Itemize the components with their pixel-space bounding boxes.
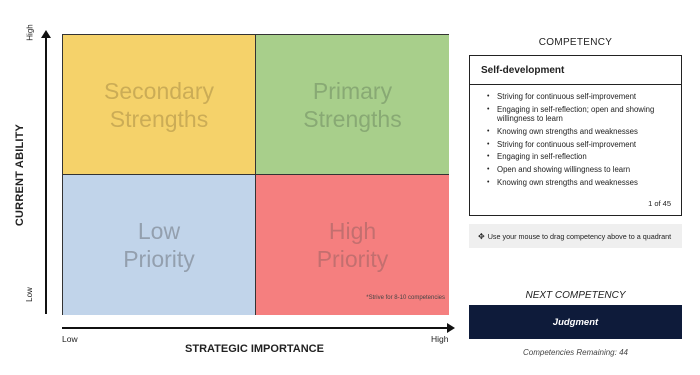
y-axis-low-label: Low xyxy=(24,287,34,302)
next-competency-heading: NEXT COMPETENCY xyxy=(525,290,626,301)
x-axis-title: STRATEGIC IMPORTANCE xyxy=(185,343,324,355)
next-competency-button[interactable]: Judgment xyxy=(469,305,682,339)
quadrant-label: High Priority xyxy=(316,218,389,272)
priority-matrix: Secondary Strengths Primary Strengths Lo… xyxy=(62,34,449,315)
list-item: Striving for continuous self-improvement xyxy=(487,92,673,102)
drag-hint: ✥ Use your mouse to drag competency abov… xyxy=(469,224,682,248)
competencies-remaining: Competencies Remaining: 44 xyxy=(523,348,628,357)
quadrant-primary-strengths[interactable]: Primary Strengths xyxy=(256,35,449,175)
move-icon: ✥ xyxy=(478,231,485,241)
quadrant-low-priority[interactable]: Low Priority xyxy=(63,175,256,315)
y-axis-line xyxy=(45,36,47,314)
list-item: Knowing own strengths and weaknesses xyxy=(487,127,673,137)
drag-hint-text: Use your mouse to drag competency above … xyxy=(487,231,672,241)
y-axis-high-label: High xyxy=(25,24,35,41)
quadrant-secondary-strengths[interactable]: Secondary Strengths xyxy=(63,35,256,175)
competency-card[interactable]: Self-development Striving for continuous… xyxy=(469,55,682,216)
quadrant-high-priority[interactable]: High Priority *Strive for 8-10 competenc… xyxy=(256,175,449,315)
quadrant-label: Low Priority xyxy=(123,218,195,272)
competency-counter: 1 of 45 xyxy=(648,199,671,208)
competency-title: Self-development xyxy=(470,56,681,85)
list-item: Open and showing willingness to learn xyxy=(487,165,673,175)
quadrant-label: Secondary Strengths xyxy=(104,77,214,132)
x-axis-arrow-icon xyxy=(447,323,455,333)
y-axis-arrow-icon xyxy=(41,30,51,38)
list-item: Engaging in self-reflection; open and sh… xyxy=(487,105,673,124)
competency-heading: COMPETENCY xyxy=(538,37,613,48)
competency-behaviors-list: Striving for continuous self-improvement… xyxy=(470,85,681,187)
list-item: Knowing own strengths and weaknesses xyxy=(487,178,673,188)
quadrant-label: Primary Strengths xyxy=(303,77,402,132)
x-axis-line xyxy=(62,327,447,329)
list-item: Striving for continuous self-improvement xyxy=(487,140,673,150)
y-axis-title: CURRENT ABILITY xyxy=(14,123,27,227)
next-competency-label: Judgment xyxy=(552,316,599,328)
strive-note: *Strive for 8-10 competencies xyxy=(366,295,445,301)
list-item: Engaging in self-reflection xyxy=(487,152,673,162)
